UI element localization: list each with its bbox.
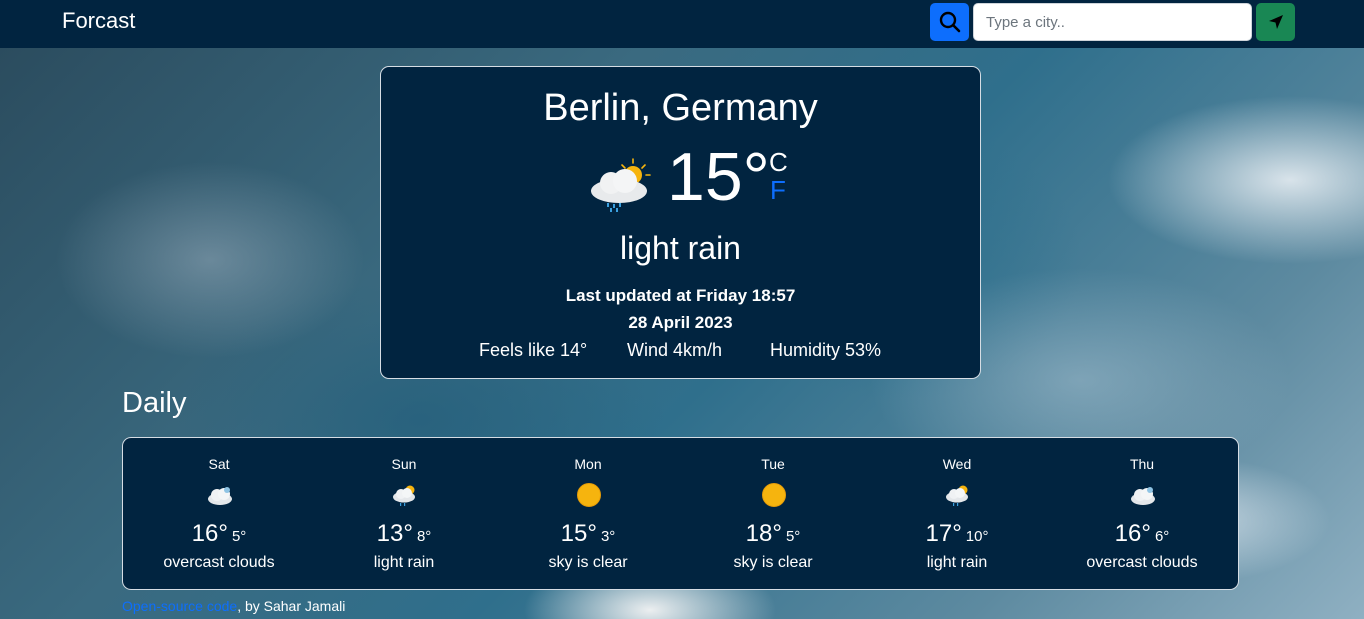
search-icon — [939, 11, 960, 33]
sun-icon — [577, 483, 601, 507]
current-weather-card: Berlin, Germany 15° C F light rain Last … — [380, 66, 981, 379]
fahrenheit-toggle[interactable]: F — [770, 175, 786, 206]
cloud-icon — [1131, 487, 1155, 505]
forecast-min-temp: 5° — [231, 528, 247, 545]
forecast-day: Tue 18° 5° sky is clear — [680, 438, 866, 589]
forecast-min-temp: 8° — [416, 528, 432, 545]
last-updated: Last updated at Friday 18:57 — [565, 286, 796, 305]
forecast-day-name: Tue — [761, 456, 785, 472]
footer: Open-source code, by Sahar Jamali — [122, 598, 345, 614]
forecast-temps: 15° 3° — [495, 520, 681, 548]
navbar: Forcast — [0, 0, 1364, 48]
forecast-max-temp: 16° — [1114, 520, 1151, 547]
forecast-max-temp: 16° — [191, 520, 228, 547]
forecast-day: Wed 17° 10° light rain — [864, 438, 1050, 589]
wind-speed: Wind 4km/h — [627, 340, 723, 360]
forecast-description: light rain — [926, 554, 988, 571]
forecast-max-temp: 18° — [745, 520, 782, 547]
forecast-max-temp: 13° — [376, 520, 413, 547]
current-location-button[interactable] — [1256, 3, 1295, 41]
forecast-description: overcast clouds — [1086, 554, 1198, 571]
forecast-day-name: Sun — [391, 456, 417, 472]
forecast-day-name: Mon — [574, 456, 602, 472]
forecast-min-temp: 3° — [600, 528, 616, 545]
current-temperature: 15° — [667, 139, 770, 215]
forecast-day: Sun 13° 8° light rain — [311, 438, 497, 589]
celsius-toggle[interactable]: C — [769, 147, 788, 178]
city-search-input[interactable] — [973, 3, 1252, 41]
forecast-day-name: Thu — [1129, 456, 1155, 472]
search-button[interactable] — [930, 3, 969, 41]
forecast-temps: 13° 8° — [311, 520, 497, 548]
city-name: Berlin, Germany — [543, 87, 818, 129]
forecast-description: sky is clear — [733, 554, 813, 571]
weather-description: light rain — [620, 230, 741, 266]
open-source-link[interactable]: Open-source code — [122, 598, 237, 614]
forecast-day: Sat 16° 5° overcast clouds — [126, 438, 312, 589]
daily-heading: Daily — [122, 387, 187, 419]
footer-author: , by Sahar Jamali — [237, 598, 346, 614]
daily-forecast-card: Sat 16° 5° overcast clouds Sun 13° 8° ligh… — [122, 437, 1239, 590]
forecast-temps: 16° 5° — [126, 520, 312, 548]
forecast-min-temp: 10° — [965, 528, 989, 545]
location-arrow-icon — [1268, 15, 1283, 29]
forecast-temps: 18° 5° — [680, 520, 866, 548]
brand-logo[interactable]: Forcast — [62, 8, 135, 34]
cloud-icon — [208, 487, 232, 505]
forecast-day-name: Wed — [942, 456, 972, 472]
rain-cloud-sun-icon — [946, 485, 968, 506]
forecast-temps: 16° 6° — [1049, 520, 1235, 548]
rain-cloud-sun-icon — [591, 158, 651, 212]
forecast-min-temp: 5° — [785, 528, 801, 545]
forecast-description: overcast clouds — [163, 554, 275, 571]
forecast-description: light rain — [373, 554, 435, 571]
forecast-max-temp: 17° — [925, 520, 962, 547]
forecast-temps: 17° 10° — [864, 520, 1050, 548]
feels-like: Feels like 14° — [479, 340, 588, 360]
forecast-day: Mon 15° 3° sky is clear — [495, 438, 681, 589]
forecast-description: sky is clear — [548, 554, 628, 571]
forecast-day: Thu 16° 6° overcast clouds — [1049, 438, 1235, 589]
sun-icon — [762, 483, 786, 507]
forecast-max-temp: 15° — [560, 520, 597, 547]
humidity: Humidity 53% — [770, 340, 882, 360]
rain-cloud-sun-icon — [393, 485, 415, 506]
forecast-min-temp: 6° — [1154, 528, 1170, 545]
current-date: 28 April 2023 — [628, 313, 733, 332]
forecast-day-name: Sat — [208, 456, 230, 472]
